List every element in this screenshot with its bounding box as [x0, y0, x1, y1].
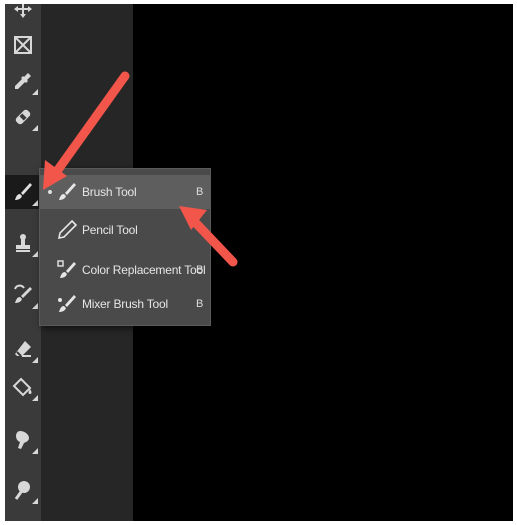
menu-item-label: Color Replacement Tool — [82, 263, 206, 277]
move-icon — [14, 4, 32, 18]
clone-stamp-tool[interactable] — [5, 226, 41, 260]
mixer-brush-icon — [58, 295, 76, 312]
shortcut-key: B — [196, 264, 204, 276]
history-brush-tool[interactable] — [5, 278, 41, 312]
menu-item-label: Mixer Brush Tool — [82, 297, 168, 311]
eraser-icon — [15, 341, 31, 357]
menu-item-mixer-brush-tool[interactable]: Mixer Brush Tool B — [40, 287, 210, 321]
pencil-icon — [57, 219, 78, 240]
brush-icon — [15, 183, 32, 200]
selected-bullet-icon — [48, 190, 52, 194]
eraser-tool[interactable] — [5, 332, 41, 366]
menu-item-label: Brush Tool — [82, 185, 137, 199]
photoshop-window: Brush Tool B Pencil Tool Color Replaceme… — [5, 4, 513, 521]
shortcut-key: B — [196, 298, 204, 310]
smudge-tool[interactable] — [5, 423, 41, 457]
brush-tool[interactable] — [5, 175, 41, 209]
shortcut-key: B — [196, 186, 204, 198]
frame-tool[interactable] — [5, 28, 41, 62]
brush-icon — [59, 183, 76, 200]
spot-healing-icon — [15, 109, 31, 125]
smudge-icon — [16, 431, 29, 449]
menu-item-brush-tool[interactable]: Brush Tool B — [40, 175, 210, 209]
menu-item-pencil-tool[interactable]: Pencil Tool — [40, 213, 210, 247]
color-replacement-icon — [57, 260, 76, 278]
brush-tool-flyout-menu: Brush Tool B Pencil Tool Color Replaceme… — [39, 168, 211, 326]
eyedropper-icon — [15, 73, 31, 89]
frame-icon — [14, 36, 32, 54]
dodge-icon — [14, 481, 30, 500]
clone-stamp-icon — [16, 234, 30, 252]
spot-healing-tool[interactable] — [5, 100, 41, 134]
paint-bucket-icon — [12, 377, 32, 397]
history-brush-icon — [14, 284, 32, 303]
eyedropper-tool[interactable] — [5, 64, 41, 98]
menu-item-color-replacement-tool[interactable]: Color Replacement Tool B — [40, 253, 210, 287]
tools-panel — [5, 4, 41, 521]
menu-item-label: Pencil Tool — [82, 223, 138, 237]
paint-bucket-tool[interactable] — [5, 370, 41, 404]
dodge-tool[interactable] — [5, 473, 41, 507]
move-tool[interactable] — [5, 4, 41, 26]
